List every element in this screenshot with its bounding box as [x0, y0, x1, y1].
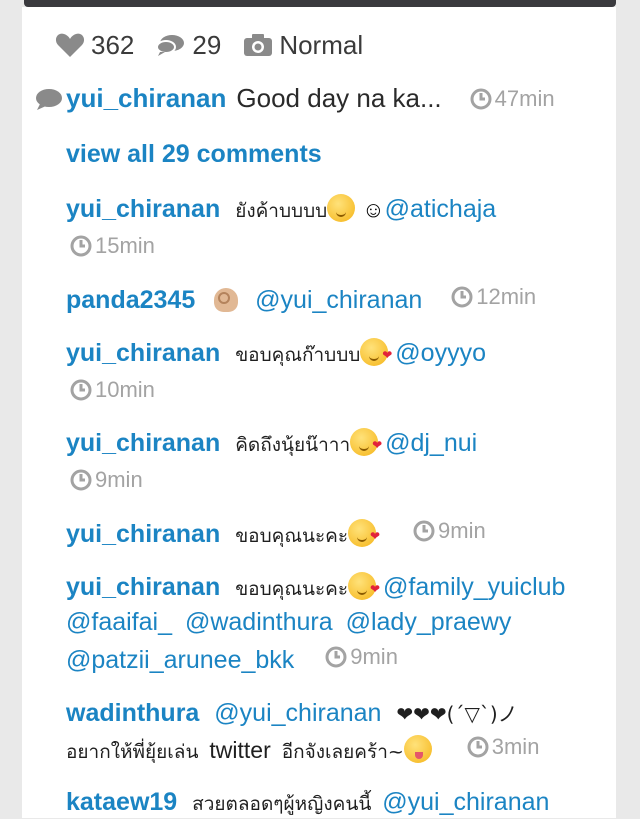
comment-mention[interactable]: @yui_chiranan	[382, 788, 549, 816]
comment-username[interactable]: panda2345	[66, 286, 195, 314]
clock-icon	[451, 286, 473, 308]
comment-text: อีกจังเลยคร้า~	[281, 741, 404, 763]
comment-username[interactable]: yui_chiranan	[66, 429, 220, 457]
filter-name: Normal	[279, 29, 364, 60]
comment-text: ขอบคุณนะคะ	[235, 525, 349, 547]
comment-time: 9min	[325, 644, 398, 670]
comment-username[interactable]: wadinthura	[66, 699, 199, 727]
comment-continuation: @patzii_arunee_bkk 9min	[66, 644, 398, 675]
comment-continuation: @faaifai_ @wadinthura @lady_praewy	[66, 608, 511, 637]
comment-mention[interactable]: @lady_praewy	[346, 608, 512, 636]
filter-stat: Normal	[243, 30, 363, 61]
smile-emoji-icon	[327, 194, 356, 222]
clock-icon	[467, 736, 489, 758]
comment: yui_chiranan ขอบคุณนะคะ @family_yuiclub	[66, 572, 565, 604]
comment: yui_chiranan ขอบคุณนะคะ 9min	[66, 518, 486, 551]
kiss-emoji-icon	[360, 338, 392, 366]
comment-time: 15min	[70, 233, 155, 264]
kiss-emoji-icon	[348, 519, 380, 547]
comment-username[interactable]: yui_chiranan	[66, 195, 220, 223]
caption-time: 47min	[470, 86, 555, 112]
tongue-wink-emoji-icon	[403, 735, 432, 763]
clock-icon	[413, 520, 435, 542]
clock-icon	[70, 379, 92, 401]
comment-mention[interactable]: @family_yuiclub	[383, 573, 565, 601]
comment-time: 9min	[413, 518, 486, 544]
clock-icon	[70, 469, 92, 491]
heart-icon	[55, 33, 85, 57]
comment-mention[interactable]: @faaifai_	[66, 608, 172, 636]
comment-text: ขอบคุณก๊าบบบ	[235, 344, 361, 366]
comment-mention[interactable]: @patzii_arunee_bkk	[66, 646, 294, 674]
camera-icon	[244, 34, 273, 56]
likes-stat[interactable]: 362	[55, 30, 134, 61]
clock-icon	[470, 88, 492, 109]
comment: wadinthura @yui_chiranan ❤❤❤(´▽`)ノ	[66, 698, 518, 728]
comment-mention[interactable]: @oyyyo	[395, 339, 486, 367]
comment-time: 12min	[451, 284, 536, 310]
comment-text: ยังค้าบบบบ	[235, 200, 328, 222]
comment: yui_chiranan ขอบคุณก๊าบบบ @oyyyo	[66, 338, 486, 370]
post-card: 362 29 Normal yui_chiranan Good day na k…	[22, 7, 616, 818]
caption-text: Good day na ka...	[236, 83, 442, 113]
post-stats: 362 29 Normal	[55, 27, 385, 63]
comment: yui_chiranan คิดถึงนุ้ยน๊าาา @dj_nui	[66, 428, 477, 460]
kiss-emoji-icon	[348, 572, 380, 600]
caption-username[interactable]: yui_chiranan	[66, 83, 226, 114]
comment-time: 9min	[70, 467, 143, 498]
comment-text: คิดถึงนุ้ยน๊าาา	[235, 434, 351, 456]
clock-icon	[70, 235, 92, 257]
comment-time: 10min	[70, 377, 155, 408]
comment-continuation: อยากให้พี่ยุ้ยเล่น twitter อีกจังเลยคร้า…	[66, 734, 539, 767]
comment-text: สวยตลอดๆผู้หญิงคนนี้	[192, 793, 372, 815]
comment-text: อยากให้พี่ยุ้ยเล่น	[66, 741, 199, 763]
comment-bubble-icon	[156, 35, 185, 56]
comment-username[interactable]: kataew19	[66, 788, 177, 816]
caption: yui_chiranan Good day na ka... 47min	[34, 83, 555, 114]
comment-username[interactable]: yui_chiranan	[66, 573, 220, 601]
ok-hand-emoji-icon	[214, 288, 239, 312]
comment-username[interactable]: yui_chiranan	[66, 339, 220, 367]
comment-time: 3min	[467, 734, 539, 760]
comment-text: ☺	[362, 197, 385, 222]
comment-mention[interactable]: @yui_chiranan	[255, 286, 422, 314]
comment-mention[interactable]: @yui_chiranan	[214, 699, 381, 727]
kiss-emoji-icon	[350, 428, 382, 456]
comment-mention[interactable]: @atichaja	[385, 195, 497, 223]
caption-bubble-icon	[36, 88, 62, 110]
comment: panda2345 @yui_chiranan 12min	[66, 284, 536, 315]
comment-text: ขอบคุณนะคะ	[235, 578, 349, 600]
comment-text: twitter	[209, 737, 271, 763]
comment-text: ❤❤❤(´▽`)ノ	[396, 702, 518, 726]
photo-bottom-edge	[24, 0, 616, 7]
view-all-comments-link[interactable]: view all 29 comments	[66, 140, 322, 169]
comment: yui_chiranan ยังค้าบบบบ ☺@atichaja	[66, 194, 496, 226]
comments-stat[interactable]: 29	[156, 30, 221, 61]
comment-mention[interactable]: @wadinthura	[185, 608, 333, 636]
comment: kataew19 สวยตลอดๆผู้หญิงคนนี้ @yui_chira…	[66, 788, 549, 819]
comments-count: 29	[192, 29, 222, 60]
clock-icon	[325, 646, 347, 668]
comment-mention[interactable]: @dj_nui	[385, 429, 477, 457]
comment-username[interactable]: yui_chiranan	[66, 520, 220, 548]
likes-count: 362	[91, 29, 135, 60]
